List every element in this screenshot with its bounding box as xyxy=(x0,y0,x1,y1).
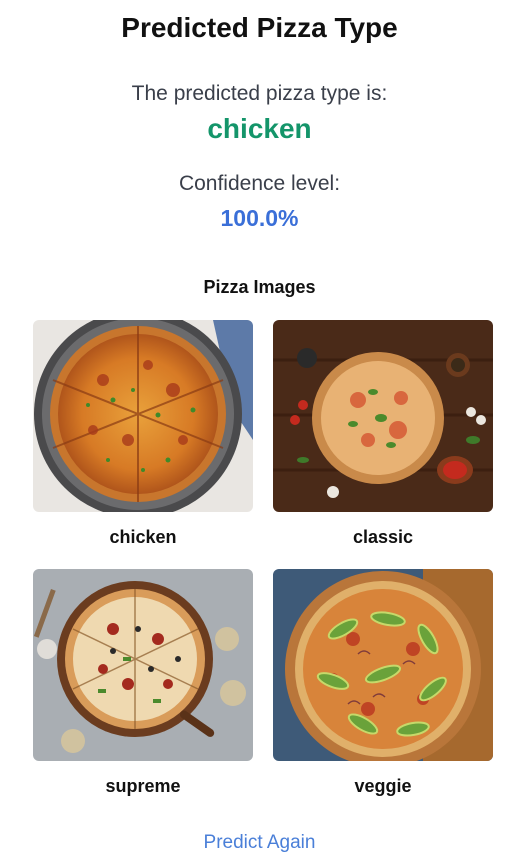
pizza-card-supreme: supreme xyxy=(33,569,253,797)
classic-pizza-image xyxy=(273,320,493,512)
pizza-card-chicken: chicken xyxy=(33,320,253,548)
pizza-card-veggie: veggie xyxy=(273,569,493,797)
prediction-value: chicken xyxy=(207,113,312,144)
confidence-value: 100.0% xyxy=(220,205,299,231)
confidence-label: Confidence level: xyxy=(178,172,341,195)
supreme-pizza-image xyxy=(33,569,253,761)
page-title: Predicted Pizza Type xyxy=(121,12,398,43)
veggie-pizza-image xyxy=(273,569,493,761)
pizza-caption: classic xyxy=(352,527,414,547)
pizza-caption: veggie xyxy=(354,776,412,796)
chicken-pizza-image xyxy=(33,320,253,512)
predict-again-link[interactable]: Predict Again xyxy=(0,832,519,854)
pizza-card-classic: classic xyxy=(273,320,493,548)
pizza-caption: supreme xyxy=(105,776,181,796)
gallery-title: Pizza Images xyxy=(203,277,316,297)
pizza-caption: chicken xyxy=(109,527,177,547)
prediction-label: The predicted pizza type is: xyxy=(131,82,388,105)
